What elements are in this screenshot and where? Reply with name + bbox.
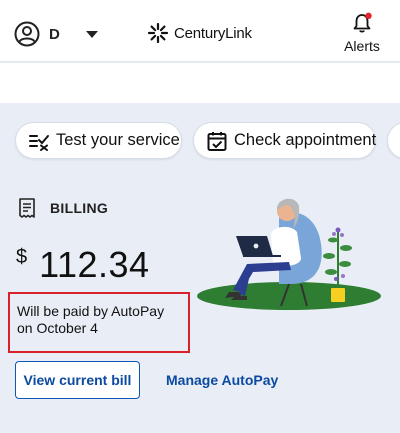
chevron-down-icon[interactable]	[85, 30, 98, 38]
bell-icon	[353, 12, 372, 33]
view-current-bill-button[interactable]: View current bill	[15, 361, 140, 399]
alerts-label: Alerts	[344, 38, 380, 54]
autopay-highlight: Will be paid by AutoPay on October 4	[8, 292, 190, 353]
checklist-icon	[29, 134, 49, 151]
test-service-button[interactable]: Test your service	[15, 122, 182, 159]
alert-dot	[365, 12, 372, 19]
logo-text: CenturyLink	[174, 24, 252, 42]
person-with-laptop-illustration	[197, 198, 381, 310]
autopay-message: Will be paid by AutoPay on October 4	[17, 303, 165, 336]
quick-actions-row[interactable]: Test your service Check appointment	[0, 103, 400, 175]
billing-header: BILLING	[18, 198, 108, 218]
centurylink-logo: CenturyLink	[147, 22, 252, 44]
more-actions-button[interactable]	[387, 122, 400, 159]
billing-title: BILLING	[50, 200, 109, 216]
account-initial: D	[49, 25, 60, 43]
check-appointment-button[interactable]: Check appointment	[193, 122, 376, 159]
currency-symbol: $	[16, 246, 28, 268]
centurylink-logo-icon	[147, 22, 169, 44]
bill-amount: $ 112.34	[16, 244, 150, 286]
test-service-label: Test your service	[56, 131, 180, 149]
user-avatar-icon	[14, 21, 40, 47]
header-spacer	[0, 63, 400, 103]
alerts-button[interactable]: Alerts	[340, 12, 384, 54]
check-appointment-label: Check appointment	[234, 131, 377, 149]
app-header: D CenturyLink Alerts	[0, 0, 400, 62]
calendar-check-icon	[207, 131, 227, 151]
manage-autopay-link[interactable]: Manage AutoPay	[166, 372, 278, 388]
account-switcher[interactable]: D	[14, 21, 98, 47]
bill-document-icon	[19, 198, 35, 218]
amount-value: 112.34	[39, 244, 150, 285]
